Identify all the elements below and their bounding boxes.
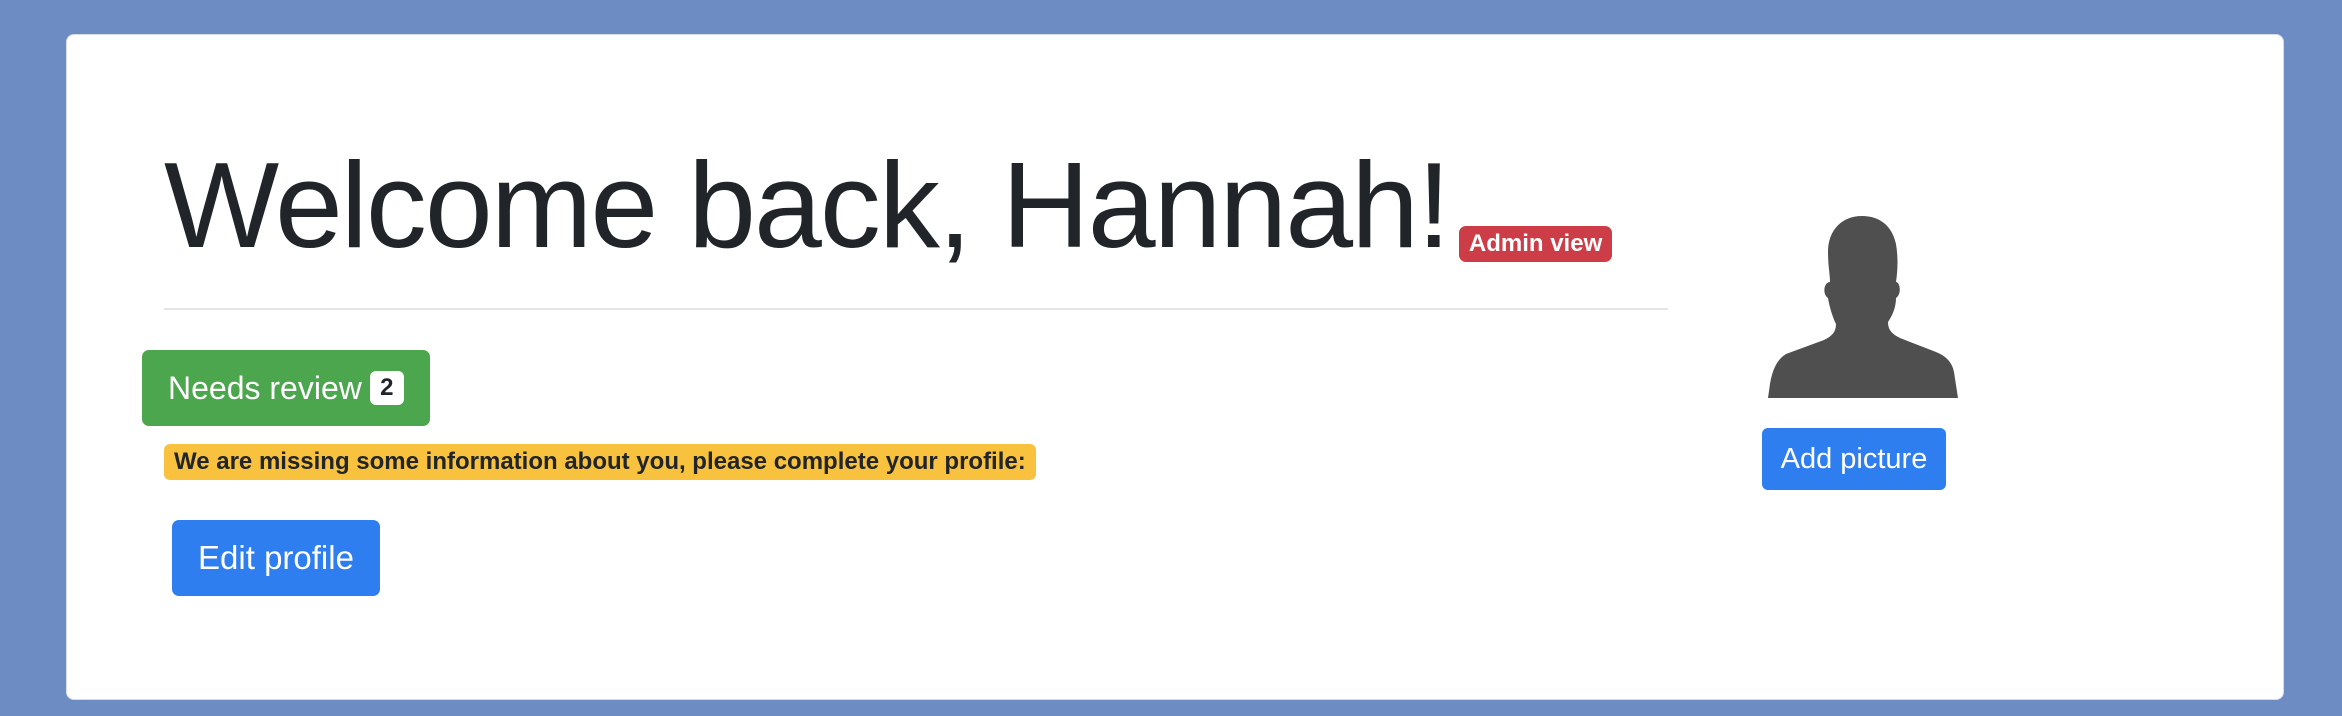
add-picture-button[interactable]: Add picture [1762, 428, 1946, 490]
header-divider [164, 308, 1668, 310]
admin-view-badge: Admin view [1458, 226, 1613, 262]
page-title: Welcome back, Hannah! [164, 137, 1451, 273]
missing-info-notice: We are missing some information about yo… [164, 444, 1036, 480]
needs-review-button[interactable]: Needs review 2 [142, 350, 430, 426]
review-count-badge: 2 [369, 371, 404, 405]
welcome-header: Welcome back, Hannah! Admin view [164, 137, 1613, 273]
user-silhouette-icon [1768, 216, 1958, 398]
edit-profile-button[interactable]: Edit profile [172, 520, 380, 596]
needs-review-label: Needs review [168, 369, 362, 406]
